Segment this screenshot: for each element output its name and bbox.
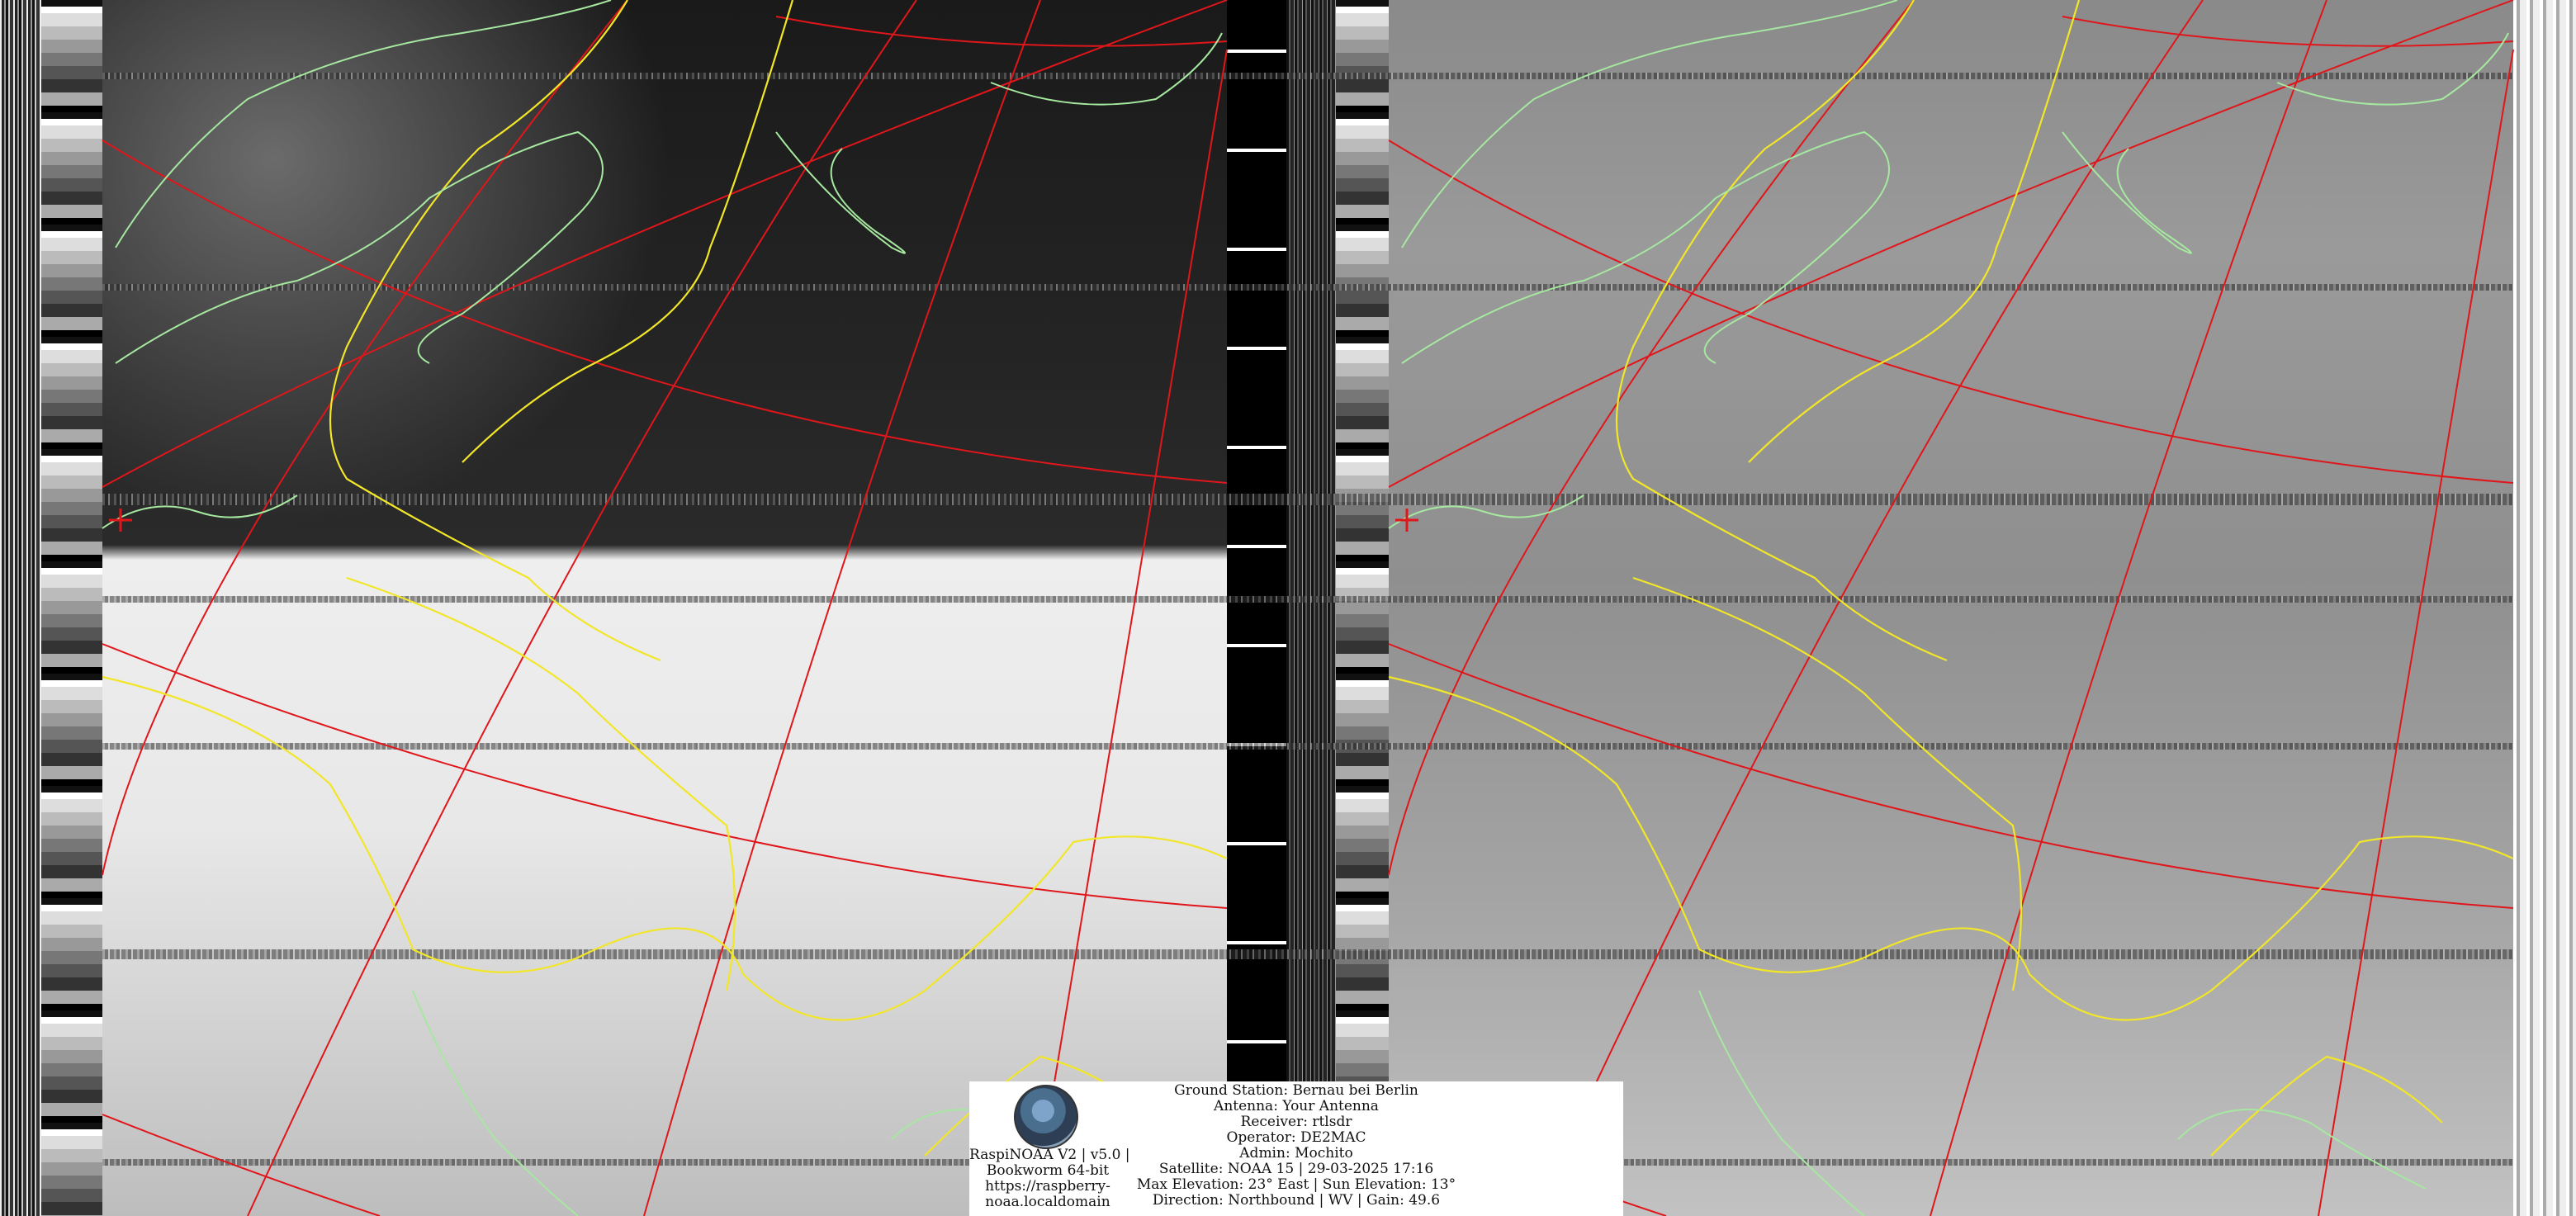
country-border bbox=[462, 0, 794, 463]
antenna: Antenna: Your Antenna bbox=[1214, 1098, 1379, 1114]
url-line-2: noaa.localdomain bbox=[985, 1194, 1110, 1210]
info-box: RaspiNOAA V2 | v5.0 | Bookworm 64-bit ht… bbox=[969, 1081, 1623, 1216]
graticule-line bbox=[643, 0, 1041, 1216]
coastline bbox=[1401, 0, 1898, 248]
graticule-line bbox=[1930, 0, 2327, 1216]
graticule-line bbox=[102, 0, 628, 876]
software-info: RaspiNOAA V2 | v5.0 | Bookworm 64-bit ht… bbox=[969, 1147, 1130, 1210]
apt-image: RaspiNOAA V2 | v5.0 | Bookworm 64-bit ht… bbox=[0, 0, 2576, 1216]
coastline bbox=[102, 494, 298, 529]
station-marker bbox=[109, 509, 132, 532]
url-line-1: https://raspberry- bbox=[985, 1178, 1110, 1195]
country-border bbox=[102, 675, 1228, 1021]
graticule-lines bbox=[102, 0, 2514, 1216]
coastline bbox=[115, 130, 604, 364]
graticule-line bbox=[2062, 16, 2514, 47]
ground-station: Ground Station: Bernau bei Berlin bbox=[1174, 1082, 1418, 1099]
sync-markers bbox=[109, 509, 1418, 532]
direction-info: Direction: Northbound | WV | Gain: 49.6 bbox=[1152, 1192, 1441, 1209]
admin: Admin: Mochito bbox=[1239, 1145, 1353, 1162]
coastline bbox=[2062, 131, 2192, 254]
graticule-line bbox=[102, 140, 1228, 484]
coastline bbox=[775, 131, 906, 254]
graticule-line bbox=[1388, 0, 2514, 488]
raspinoaa-logo bbox=[1014, 1085, 1078, 1149]
graticule-line bbox=[1388, 643, 2514, 909]
graticule-line bbox=[1533, 0, 2204, 1216]
country-border bbox=[1388, 675, 2514, 1021]
graticule-line bbox=[1388, 140, 2514, 484]
coastline bbox=[2177, 1109, 2427, 1190]
country-border bbox=[2210, 1055, 2443, 1157]
station-marker bbox=[1395, 509, 1418, 532]
satellite-info: Satellite: NOAA 15 | 29-03-2025 17:16 bbox=[1158, 1161, 1434, 1177]
country-border bbox=[1748, 0, 2081, 463]
coastline bbox=[115, 0, 612, 248]
coastline bbox=[1388, 494, 1584, 529]
os-version: Bookworm 64-bit bbox=[986, 1162, 1110, 1179]
graticule-line bbox=[2318, 49, 2514, 1216]
coastline-lines bbox=[102, 0, 2509, 1216]
coastline bbox=[412, 990, 579, 1216]
graticule-line bbox=[1031, 49, 1228, 1216]
graticule-line bbox=[102, 643, 1228, 909]
map-overlay bbox=[102, 0, 2514, 1216]
graticule-line bbox=[775, 16, 1228, 47]
graticule-line bbox=[102, 1114, 381, 1216]
graticule-line bbox=[247, 0, 917, 1216]
software-version: RaspiNOAA V2 | v5.0 | bbox=[969, 1147, 1130, 1163]
graticule-line bbox=[1388, 0, 1915, 876]
country-border-lines bbox=[102, 0, 2514, 1157]
graticule-line bbox=[102, 0, 1228, 488]
coastline bbox=[1698, 990, 1865, 1216]
pass-details: Ground Station: Bernau bei Berlin Antenn… bbox=[1134, 1083, 1458, 1209]
receiver: Receiver: rtlsdr bbox=[1240, 1114, 1352, 1130]
operator: Operator: DE2MAC bbox=[1226, 1129, 1366, 1146]
coastline bbox=[1401, 130, 1890, 364]
elevation-info: Max Elevation: 23° East | Sun Elevation:… bbox=[1136, 1176, 1456, 1193]
